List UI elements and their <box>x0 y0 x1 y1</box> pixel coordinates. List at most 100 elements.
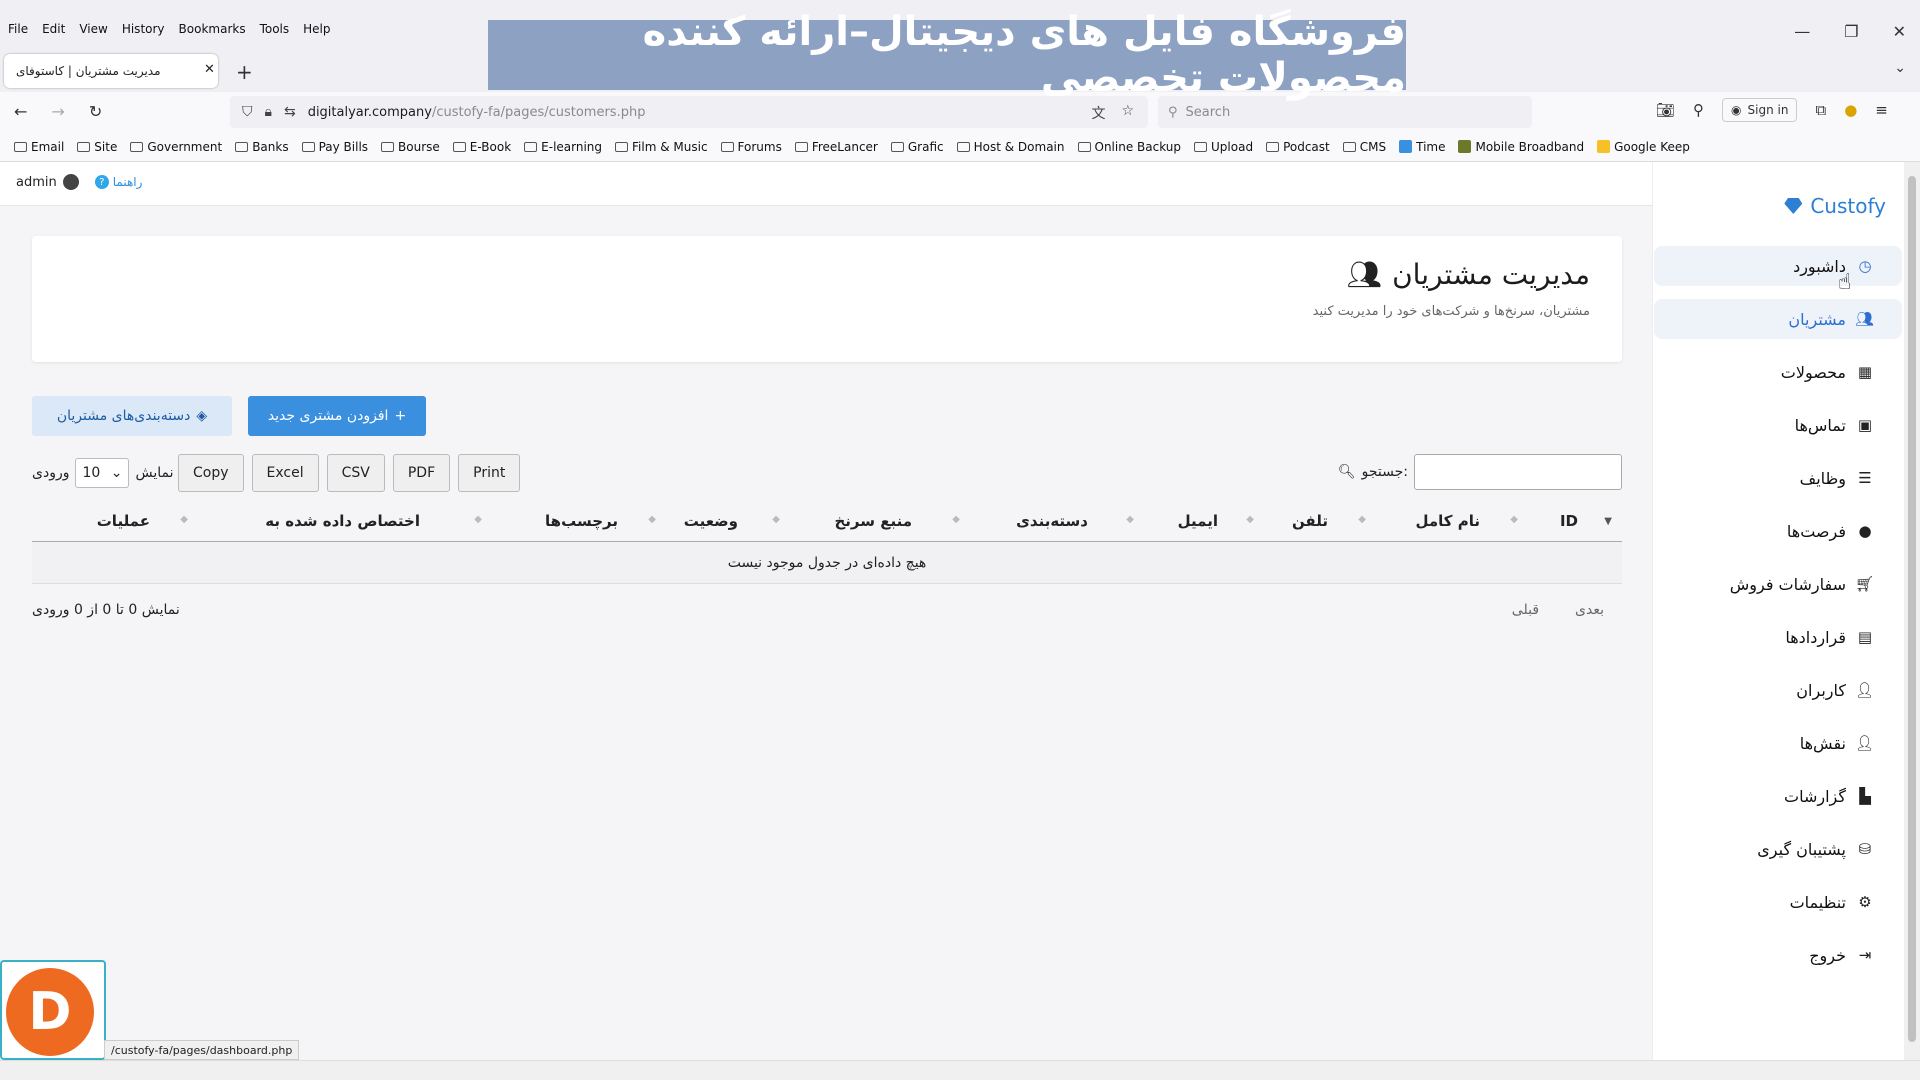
bookmark-star-icon[interactable]: ☆ <box>1121 103 1134 123</box>
pdf-button[interactable]: PDF <box>392 454 451 492</box>
sidebar-item-tasks[interactable]: ☰ وظایف <box>1654 458 1902 498</box>
next-page-button[interactable]: بعدی <box>1575 602 1604 618</box>
zoom-icon[interactable]: ⚲ <box>1693 101 1704 119</box>
brand-logo[interactable]: Custofy <box>1784 194 1886 218</box>
sidebar-item-customers[interactable]: 👥︎ مشتریان <box>1654 299 1902 339</box>
shield-icon[interactable]: ⛉ <box>242 104 253 120</box>
close-tab-icon[interactable]: ✕ <box>204 62 215 77</box>
column-header-lead-source[interactable]: منبع سرنخ <box>834 512 912 530</box>
column-header-phone[interactable]: تلفن <box>1292 512 1328 530</box>
bookmark-item[interactable]: Bourse <box>381 140 440 154</box>
bookmark-item[interactable]: Site <box>77 140 117 154</box>
sidebar-item-products[interactable]: ▦ محصولات <box>1654 352 1902 392</box>
column-header-tags[interactable]: برچسب‌ها <box>545 512 618 530</box>
bookmark-item[interactable]: Podcast <box>1266 140 1330 154</box>
help-link[interactable]: ? راهنما <box>94 175 142 189</box>
sidebar-item-backup[interactable]: ⛁ پشتیبان گیری <box>1654 829 1902 869</box>
column-header-status[interactable]: وضعیت <box>684 512 738 530</box>
sidebar-item-sales-orders[interactable]: 🛒︎ سفارشات فروش <box>1654 564 1902 604</box>
lock-icon[interactable]: 🔒︎ <box>265 104 272 120</box>
bookmark-item[interactable]: Time <box>1399 140 1445 154</box>
bookmark-item[interactable]: E-Book <box>452 140 511 154</box>
url-text[interactable]: digitalyar.company/custofy-fa/pages/cust… <box>308 105 646 120</box>
csv-button[interactable]: CSV <box>326 454 385 492</box>
sort-icon[interactable]: ◆ <box>1358 514 1366 525</box>
sidebar-item-contacts[interactable]: ▣ تماس‌ها <box>1654 405 1902 445</box>
bookmark-item[interactable]: Banks <box>235 140 289 154</box>
customer-categories-button[interactable]: ◈ دسته‌بندی‌های مشتریان <box>32 396 232 436</box>
excel-button[interactable]: Excel <box>251 454 319 492</box>
bookmark-item[interactable]: Mobile Broadband <box>1458 140 1584 154</box>
sort-icon[interactable]: ◆ <box>1246 514 1254 525</box>
bookmark-item[interactable]: Pay Bills <box>301 140 368 154</box>
bookmark-item[interactable]: Host & Domain <box>956 140 1065 154</box>
restore-icon[interactable]: ❐ <box>1844 22 1858 41</box>
sort-icon[interactable]: ◆ <box>1126 514 1134 525</box>
sidebar-item-opportunities[interactable]: ● فرصت‌ها <box>1654 511 1902 551</box>
bookmark-item[interactable]: Online Backup <box>1077 140 1181 154</box>
column-header-id[interactable]: ID <box>1560 512 1578 530</box>
scrollbar-thumb[interactable] <box>1908 176 1916 1042</box>
copy-button[interactable]: Copy <box>178 454 244 492</box>
translate-icon[interactable]: 文 <box>1091 103 1105 123</box>
extensions-icon[interactable]: ⧉ <box>1815 101 1826 119</box>
list-tabs-icon[interactable]: ⌄ <box>1894 60 1906 76</box>
prev-page-button[interactable]: قبلی <box>1512 602 1539 618</box>
sort-icon[interactable]: ◆ <box>648 514 656 525</box>
bookmark-item[interactable]: Google Keep <box>1597 140 1690 154</box>
print-button[interactable]: Print <box>458 454 521 492</box>
back-icon[interactable]: ← <box>14 102 27 121</box>
table-search-input[interactable] <box>1414 454 1622 490</box>
sidebar-item-roles[interactable]: 👤︎ نقش‌ها <box>1654 723 1902 763</box>
column-header-fullname[interactable]: نام کامل <box>1415 512 1480 530</box>
column-header-actions[interactable]: عملیات <box>97 512 150 530</box>
bookmark-item[interactable]: Government <box>130 140 222 154</box>
sidebar-item-contracts[interactable]: ▤ قراردادها <box>1654 617 1902 657</box>
forward-icon[interactable]: → <box>51 102 64 121</box>
menu-history[interactable]: History <box>120 22 167 36</box>
column-header-category[interactable]: دسته‌بندی <box>1016 512 1088 530</box>
sidebar-item-settings[interactable]: ⚙ تنظیمات <box>1654 882 1902 922</box>
user-menu[interactable]: admin ? راهنما <box>16 174 142 190</box>
screenshot-icon[interactable]: 📷︎ <box>1656 101 1675 119</box>
vpn-icon[interactable]: ● <box>1844 101 1857 119</box>
minimize-icon[interactable]: — <box>1794 22 1810 41</box>
column-header-email[interactable]: ایمیل <box>1178 512 1218 530</box>
menu-view[interactable]: View <box>77 22 109 36</box>
sort-desc-icon[interactable]: ▼ <box>1604 516 1612 527</box>
reload-icon[interactable]: ↻ <box>89 102 102 121</box>
sidebar-item-reports[interactable]: ▙ گزارشات <box>1654 776 1902 816</box>
sidebar-item-label: قراردادها <box>1785 627 1846 647</box>
bookmark-item[interactable]: Upload <box>1194 140 1253 154</box>
new-tab-icon[interactable]: + <box>236 60 253 84</box>
bookmark-item[interactable]: Email <box>14 140 64 154</box>
close-window-icon[interactable]: ✕ <box>1893 22 1906 41</box>
sort-icon[interactable]: ◆ <box>180 514 188 525</box>
menu-help[interactable]: Help <box>301 22 332 36</box>
app-menu-icon[interactable]: ≡ <box>1875 101 1888 119</box>
menu-file[interactable]: File <box>6 22 30 36</box>
menu-edit[interactable]: Edit <box>40 22 67 36</box>
column-header-assigned-to[interactable]: اختصاص داده شده به <box>265 512 420 530</box>
bookmark-item[interactable]: FreeLancer <box>794 140 878 154</box>
sort-icon[interactable]: ◆ <box>772 514 780 525</box>
page-length-select[interactable]: 10 ⌄ <box>75 458 130 488</box>
sort-icon[interactable]: ◆ <box>474 514 482 525</box>
signin-button[interactable]: ◉ Sign in <box>1722 98 1798 122</box>
sidebar-item-logout[interactable]: ⇥ خروج <box>1654 935 1902 975</box>
bookmark-item[interactable]: Film & Music <box>615 140 708 154</box>
vertical-scrollbar[interactable] <box>1904 162 1920 1060</box>
sidebar-item-users[interactable]: 👤︎ کاربران <box>1654 670 1902 710</box>
menu-bookmarks[interactable]: Bookmarks <box>177 22 248 36</box>
bookmark-item[interactable]: Grafic <box>890 140 944 154</box>
bookmark-item[interactable]: CMS <box>1342 140 1386 154</box>
bookmark-item[interactable]: E-learning <box>524 140 602 154</box>
browser-tab[interactable]: مدیریت مشتریان | کاستوفای ✕ <box>4 54 218 88</box>
bookmark-item[interactable]: Forums <box>720 140 782 154</box>
sort-icon[interactable]: ◆ <box>1510 514 1518 525</box>
permissions-icon[interactable]: ⇆ <box>284 104 296 120</box>
menu-tools[interactable]: Tools <box>258 22 292 36</box>
sidebar-item-dashboard[interactable]: ◷ داشبورد <box>1654 246 1902 286</box>
sort-icon[interactable]: ◆ <box>952 514 960 525</box>
add-customer-button[interactable]: + افزودن مشتری جدید <box>248 396 426 436</box>
